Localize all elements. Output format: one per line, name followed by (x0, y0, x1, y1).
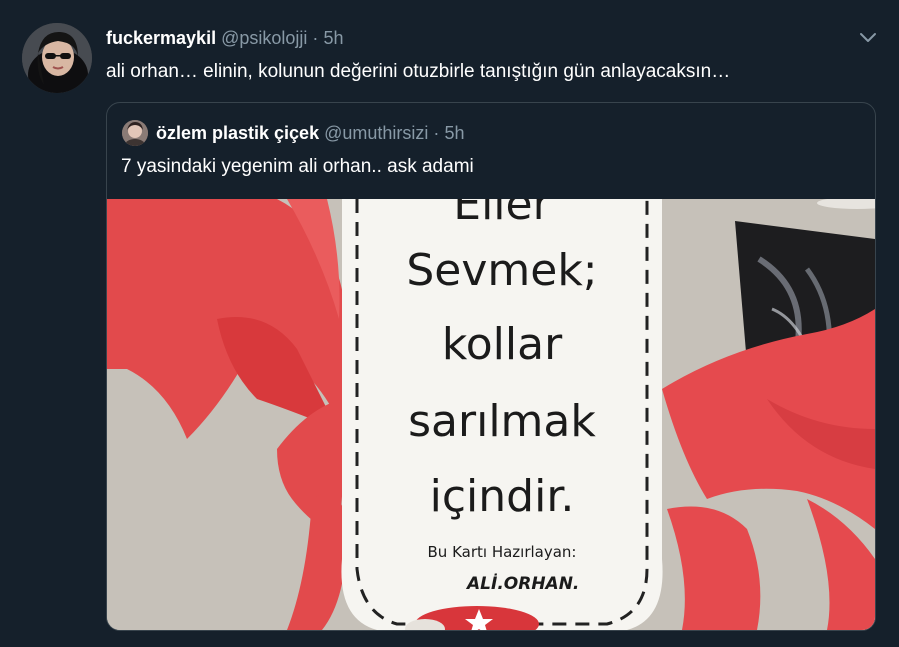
media-image[interactable]: Eller Sevmek; kollar sarılmak içindir. B… (107, 199, 875, 630)
tweet-header: fuckermaykil @psikolojji · 5h (106, 27, 343, 49)
quoted-avatar-image (122, 120, 148, 146)
card-line-3: kollar (442, 319, 563, 370)
avatar[interactable] (22, 23, 92, 93)
quoted-timestamp[interactable]: 5h (444, 123, 464, 143)
credit-name: ALİ.ORHAN. (465, 572, 579, 594)
quoted-tweet[interactable]: özlem plastik çiçek @umuthirsizi · 5h 7 … (106, 102, 876, 631)
quoted-text: 7 yasindaki yegenim ali orhan.. ask adam… (121, 156, 474, 177)
card-line-5: içindir. (430, 471, 575, 522)
card-line-2: Sevmek; (406, 245, 597, 296)
timestamp[interactable]: 5h (323, 28, 343, 48)
avatar-image (22, 23, 92, 93)
chevron-down-icon[interactable] (856, 25, 880, 49)
quoted-handle[interactable]: @umuthirsizi (324, 123, 428, 143)
separator: · (433, 123, 440, 143)
separator: · (312, 28, 319, 48)
handle[interactable]: @psikolojji (221, 28, 307, 48)
avatar[interactable] (122, 120, 148, 146)
credit-label: Bu Kartı Hazırlayan: (428, 543, 577, 561)
photo: Eller Sevmek; kollar sarılmak içindir. B… (107, 199, 875, 630)
quoted-display-name[interactable]: özlem plastik çiçek (156, 123, 319, 143)
tweet-text: ali orhan… elinin, kolunun değerini otuz… (106, 61, 731, 82)
tweet[interactable]: fuckermaykil @psikolojji · 5h ali orhan…… (0, 0, 899, 647)
display-name[interactable]: fuckermaykil (106, 28, 216, 48)
quoted-header: özlem plastik çiçek @umuthirsizi · 5h (156, 122, 464, 144)
card-line-1: Eller (453, 199, 551, 230)
card-line-4: sarılmak (408, 396, 596, 447)
